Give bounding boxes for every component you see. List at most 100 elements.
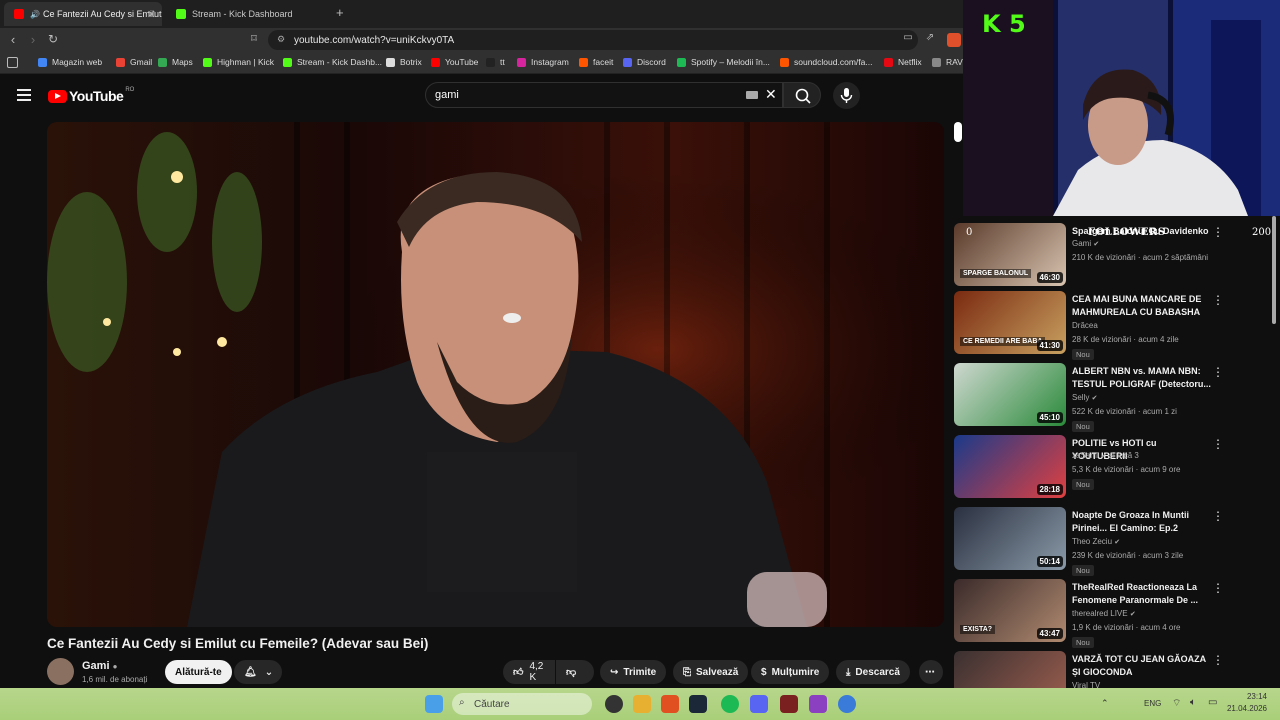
language-indicator[interactable]: ENG: [1144, 699, 1161, 708]
youtube-wordmark: YouTube: [69, 88, 124, 104]
recommendation-item[interactable]: 50:14 Noapte De Groaza In Muntii Pirinei.…: [952, 507, 1252, 576]
close-tab-icon[interactable]: ✕: [147, 8, 156, 21]
network-icon[interactable]: ⌔: [1172, 697, 1181, 710]
recommendation-item[interactable]: EXISTA? 43:47 TheRealRed Reactioneaza La F…: [952, 579, 1252, 648]
bookmark-item[interactable]: Magazin web: [38, 57, 102, 67]
more-options-icon[interactable]: ⋮: [1212, 437, 1224, 451]
clock-date[interactable]: 21.04.2026: [1220, 704, 1267, 713]
brave-icon[interactable]: [661, 695, 679, 713]
video-player[interactable]: [47, 122, 944, 627]
bookmark-item[interactable]: Botrix: [386, 57, 422, 67]
recommendation-channel[interactable]: Selly ✔: [1072, 393, 1097, 402]
menu-icon[interactable]: [17, 89, 31, 101]
save-button[interactable]: ⎘ Salvează: [673, 660, 749, 684]
recommendation-channel[interactable]: therealred LIVE ✔: [1072, 609, 1136, 618]
thanks-button[interactable]: $ Mulțumire: [751, 660, 830, 684]
address-bar[interactable]: ⚙ youtube.com/watch?v=uniKckvy0TA: [268, 30, 918, 50]
recommendation-channel[interactable]: Theo Zeciu ✔: [1072, 537, 1120, 546]
recommendation-title[interactable]: CEA MAI BUNA MANCARE DE MAHMUREALA CU BA…: [1072, 293, 1212, 319]
volume-icon[interactable]: 🔈︎: [1190, 697, 1196, 708]
channel-name[interactable]: Gami ●: [82, 660, 117, 672]
more-options-icon[interactable]: ⋮: [1212, 365, 1224, 379]
clock-time[interactable]: 23:14: [1227, 692, 1267, 701]
forward-icon[interactable]: ›: [25, 32, 41, 47]
more-actions-button[interactable]: ⋯: [919, 660, 943, 684]
bookmark-item[interactable]: tt: [486, 57, 505, 67]
steam-icon[interactable]: [689, 695, 707, 713]
share-button[interactable]: ↪ Trimite: [600, 660, 667, 684]
obs-icon[interactable]: [605, 695, 623, 713]
apps-grid-icon[interactable]: [7, 57, 18, 68]
bookmark-item[interactable]: YouTube: [431, 57, 478, 67]
more-options-icon[interactable]: ⋮: [1212, 653, 1224, 667]
video-duration: 46:30: [1036, 272, 1063, 283]
recommendation-title[interactable]: Noapte De Groaza In Muntii Pirinei... El…: [1072, 509, 1212, 535]
battery-icon[interactable]: ▭: [1208, 697, 1217, 708]
bookmark-item[interactable]: Highman | Kick: [203, 57, 274, 67]
start-icon[interactable]: [425, 695, 443, 713]
search-input[interactable]: gami ✕: [425, 82, 783, 108]
spotify-icon[interactable]: [721, 695, 739, 713]
recommendation-item[interactable]: 28:18 POLITIE vs HOTI cu YOUTUBERII zaSami…: [952, 435, 1252, 501]
youtube-logo[interactable]: YouTube RO: [48, 87, 134, 104]
recommendation-item[interactable]: CE REMEDII ARE BABA 41:30 CEA MAI BUNA MAN…: [952, 291, 1252, 360]
more-options-icon[interactable]: ⋮: [1212, 293, 1224, 307]
bookmark-label: faceit: [593, 57, 614, 67]
app-icon[interactable]: [809, 695, 827, 713]
video-thumbnail[interactable]: 50:14: [954, 507, 1066, 570]
tray-chevron-icon[interactable]: ⌃: [1101, 698, 1109, 709]
verified-icon: ●: [112, 662, 118, 671]
brave-shield-icon[interactable]: [947, 33, 961, 47]
more-options-icon[interactable]: ⋮: [1212, 581, 1224, 595]
discord-icon[interactable]: [750, 695, 768, 713]
bookmark-item[interactable]: Stream - Kick Dashb...: [283, 57, 382, 67]
recommendation-channel[interactable]: zaSami ✔ și încă 3: [1072, 451, 1139, 460]
recommendation-title[interactable]: VARZĂ TOT CU JEAN GĂOAZA ȘI GIOCONDA: [1072, 653, 1212, 679]
subscribed-notifications-button[interactable]: 🔔︎ ⌄: [234, 660, 282, 684]
video-thumbnail[interactable]: CE REMEDII ARE BABA 41:30: [954, 291, 1066, 354]
video-frame: [47, 122, 944, 627]
share-icon[interactable]: ⇗: [922, 32, 938, 43]
back-icon[interactable]: ‹: [5, 32, 21, 47]
more-options-icon[interactable]: ⋮: [1212, 509, 1224, 523]
bookmark-item[interactable]: RAV: [932, 57, 963, 67]
dislike-button[interactable]: 👎︎: [556, 660, 594, 684]
join-button[interactable]: Alătură-te: [165, 660, 232, 684]
like-button[interactable]: 👍︎ 4,2 K: [503, 660, 555, 684]
voicemeeter-icon[interactable]: [780, 695, 798, 713]
voice-search-button[interactable]: [833, 82, 860, 109]
bookmark-item[interactable]: soundcloud.com/fa...: [780, 57, 872, 67]
bookmark-item[interactable]: Netflix: [884, 57, 922, 67]
bookmark-label: Maps: [172, 57, 193, 67]
bookmark-item[interactable]: Gmail: [116, 57, 152, 67]
bookmark-item[interactable]: Spotify – Melodii în...: [677, 57, 770, 67]
recommendation-item[interactable]: 45:10 ALBERT NBN vs. MAMA NBN: TESTUL POL…: [952, 363, 1252, 432]
reload-icon[interactable]: ↻: [45, 32, 61, 46]
tab-kick-dashboard[interactable]: Stream - Kick Dashboard: [166, 2, 332, 26]
channel-avatar[interactable]: [47, 658, 74, 685]
recommendation-channel[interactable]: Drăcea: [1072, 321, 1098, 330]
new-tab-button[interactable]: +: [336, 5, 344, 20]
bookmark-item[interactable]: Discord: [623, 57, 666, 67]
bookmark-item[interactable]: Instagram: [517, 57, 569, 67]
cast-icon[interactable]: ▭: [900, 32, 916, 43]
site-info-icon[interactable]: ⚙: [277, 34, 285, 45]
dislike-icon: 👎︎: [566, 667, 577, 678]
video-thumbnail[interactable]: 28:18: [954, 435, 1066, 498]
recommendation-title[interactable]: ALBERT NBN vs. MAMA NBN: TESTUL POLIGRAF…: [1072, 365, 1212, 391]
bookmark-item[interactable]: Maps: [158, 57, 193, 67]
clear-search-icon[interactable]: ✕: [765, 86, 777, 103]
recommendation-title[interactable]: TheRealRed Reactioneaza La Fenomene Para…: [1072, 581, 1212, 607]
app-icon[interactable]: [838, 695, 856, 713]
video-thumbnail[interactable]: EXISTA? 43:47: [954, 579, 1066, 642]
video-thumbnail[interactable]: 45:10: [954, 363, 1066, 426]
bookmark-item[interactable]: faceit: [579, 57, 613, 67]
taskbar-search-input[interactable]: ⌕ Căutare: [452, 693, 592, 715]
bookmark-favicon-icon: [623, 57, 632, 67]
search-button[interactable]: [783, 82, 821, 108]
tab-youtube-video[interactable]: 🔊 Ce Fantezii Au Cedy si Emilut ✕: [4, 2, 162, 26]
keyboard-icon[interactable]: [746, 91, 758, 99]
download-button[interactable]: ⤓ Descarcă: [836, 660, 910, 684]
bookmark-icon[interactable]: ⌑: [246, 32, 262, 45]
file-explorer-icon[interactable]: [633, 695, 651, 713]
